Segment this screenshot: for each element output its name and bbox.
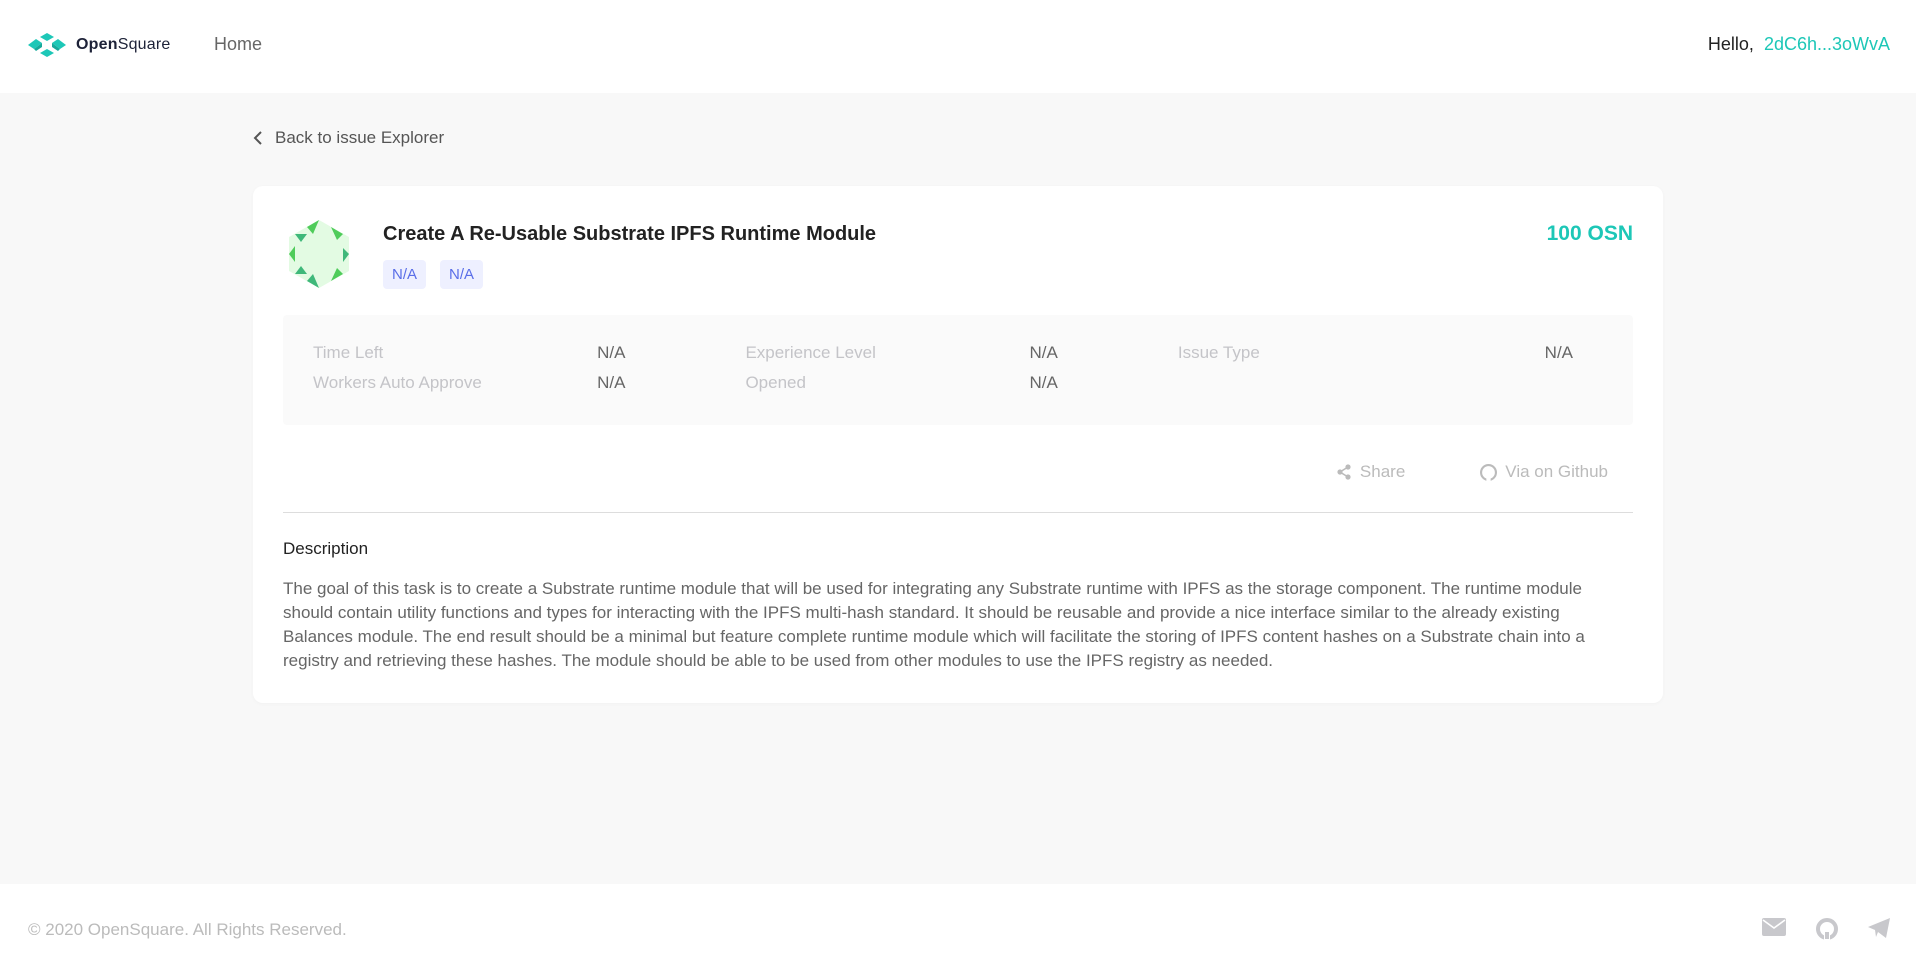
- info-row-time-left: Time Left N/A: [313, 343, 625, 373]
- divider: [283, 512, 1633, 513]
- info-label: Experience Level: [745, 343, 876, 362]
- info-column: Time Left N/A Workers Auto Approve N/A: [313, 343, 745, 425]
- info-value: N/A: [1029, 343, 1058, 362]
- issue-reward: 100 OSN: [1546, 222, 1633, 245]
- issue-tags: N/A N/A: [383, 260, 484, 289]
- share-icon: [1337, 464, 1351, 480]
- info-value: N/A: [597, 343, 626, 362]
- info-value: N/A: [597, 373, 626, 392]
- github-icon[interactable]: [1816, 918, 1838, 945]
- info-label: Issue Type: [1177, 343, 1260, 362]
- issue-tag: N/A: [440, 260, 484, 289]
- info-label: Opened: [745, 373, 806, 392]
- copyright: © 2020 OpenSquare. All Rights Reserved.: [28, 920, 347, 939]
- info-label: Workers Auto Approve: [313, 373, 482, 392]
- chevron-left-icon: [253, 131, 262, 145]
- issue-title: Create A Re-Usable Substrate IPFS Runtim…: [383, 223, 877, 245]
- opensquare-logo-icon: [28, 33, 66, 57]
- logo[interactable]: OpenSquare: [28, 33, 171, 57]
- hello-label: Hello,: [1707, 34, 1754, 54]
- brand-part-open: Open: [76, 36, 118, 53]
- user-greeting: Hello, 2dC6h...3oWvA: [1708, 34, 1890, 55]
- nav-home[interactable]: Home: [214, 34, 262, 55]
- account-address[interactable]: 2dC6h...3oWvA: [1764, 34, 1890, 54]
- back-link-label: Back to issue Explorer: [275, 128, 445, 147]
- info-value: N/A: [1544, 343, 1574, 362]
- info-row-workers-auto-approve: Workers Auto Approve N/A: [313, 373, 625, 403]
- description-heading: Description: [283, 539, 369, 558]
- brand-part-square: Square: [117, 36, 171, 53]
- github-label: Via on Github: [1505, 462, 1608, 481]
- github-link[interactable]: Via on Github: [1480, 462, 1608, 482]
- back-link[interactable]: Back to issue Explorer: [253, 128, 444, 148]
- issue-tag: N/A: [383, 260, 427, 289]
- share-label: Share: [1359, 462, 1406, 481]
- brand-name: OpenSquare: [76, 36, 171, 54]
- issue-actions: Share Via on Github: [1336, 462, 1608, 482]
- info-column: Issue Type N/A: [1178, 343, 1603, 425]
- info-column: Experience Level N/A Opened N/A: [745, 343, 1177, 425]
- mail-icon[interactable]: [1762, 918, 1786, 945]
- telegram-icon[interactable]: [1868, 918, 1890, 945]
- footer: © 2020 OpenSquare. All Rights Reserved.: [0, 884, 1916, 970]
- github-icon: [1480, 463, 1498, 481]
- issue-card: Create A Re-Usable Substrate IPFS Runtim…: [253, 186, 1663, 703]
- issue-info-panel: Time Left N/A Workers Auto Approve N/A Exp…: [283, 315, 1633, 425]
- footer-links: [1762, 918, 1890, 945]
- info-row-experience-level: Experience Level N/A: [745, 343, 1057, 373]
- info-label: Time Left: [313, 343, 384, 362]
- header: OpenSquare Home Hello, 2dC6h...3oWvA: [0, 0, 1916, 93]
- info-value: N/A: [1029, 373, 1058, 392]
- info-row-opened: Opened N/A: [745, 373, 1057, 403]
- share-button[interactable]: Share: [1336, 462, 1405, 482]
- issue-avatar-icon: [289, 220, 349, 288]
- info-row-issue-type: Issue Type N/A: [1178, 343, 1573, 373]
- description-text: The goal of this task is to create a Sub…: [283, 579, 1585, 670]
